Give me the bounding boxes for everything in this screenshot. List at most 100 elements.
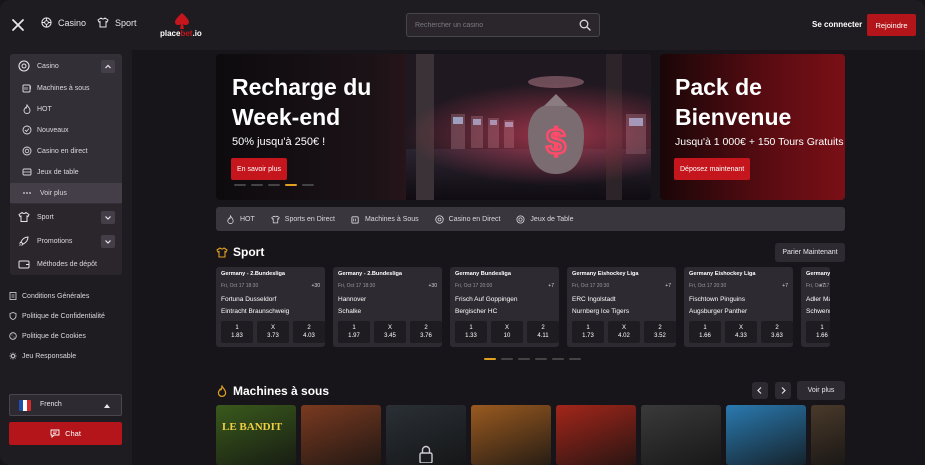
- slots-next-button[interactable]: [775, 382, 791, 399]
- banner-deposit-button[interactable]: Déposez maintenant: [674, 158, 751, 180]
- tab-label: Casino en Direct: [448, 215, 501, 223]
- slot-tile[interactable]: [811, 405, 845, 465]
- odds-button[interactable]: 1 1.97: [338, 321, 370, 343]
- odds-button[interactable]: X 4.02: [608, 321, 640, 343]
- banner-learn-more-button[interactable]: En savoir plus: [231, 158, 287, 180]
- odds-button[interactable]: X 3.45: [374, 321, 406, 343]
- pager-dot[interactable]: [535, 358, 547, 360]
- live-chip-icon: [22, 146, 32, 156]
- tab-slots[interactable]: Machines à Sous: [351, 215, 419, 224]
- promo-banner-weekend[interactable]: $ Recharge du Week-end 50% jusqu'à 250€ !…: [216, 54, 651, 200]
- carousel-dot[interactable]: [251, 184, 263, 186]
- slot-tile[interactable]: LE BANDIT: [216, 405, 296, 465]
- chevron-left-icon: [757, 387, 762, 394]
- slots-section-title: Machines à sous: [216, 384, 329, 398]
- odds-button[interactable]: 1 1.66: [689, 321, 721, 343]
- odds-button[interactable]: X 4.33: [725, 321, 757, 343]
- sidebar-item-table-games[interactable]: Jeux de table: [10, 162, 122, 182]
- odds-button[interactable]: 1 1.83: [221, 321, 253, 343]
- sidebar-item-promotions[interactable]: Promotions: [10, 231, 122, 251]
- carousel-dot[interactable]: [268, 184, 280, 186]
- slots-prev-button[interactable]: [752, 382, 768, 399]
- slot-tile[interactable]: [301, 405, 381, 465]
- language-select[interactable]: French: [9, 394, 122, 416]
- bet-now-button[interactable]: Parier Maintenant: [775, 243, 845, 262]
- odds-button[interactable]: 2 3.76: [410, 321, 442, 343]
- pager-dot[interactable]: [501, 358, 513, 360]
- slots-see-more-button[interactable]: Voir plus: [797, 381, 845, 400]
- sidebar-item-slots[interactable]: Machines à sous: [10, 78, 122, 98]
- footer-link-responsible[interactable]: Jeu Responsable: [9, 352, 76, 360]
- chevron-down-icon[interactable]: [101, 210, 115, 224]
- match-card[interactable]: Germany Eishockey LigaFri, Oct 17 20:30+…: [684, 267, 793, 347]
- footer-link-privacy[interactable]: Politique de Confidentialité: [9, 312, 105, 320]
- match-card[interactable]: Germany Bundesliga Fri, Oct 17 20:00 +7 Fri…: [450, 267, 559, 347]
- login-button[interactable]: Se connecter: [812, 20, 862, 29]
- search-icon[interactable]: [579, 19, 591, 31]
- slot-tile[interactable]: [386, 405, 466, 465]
- slot-tile[interactable]: [641, 405, 721, 465]
- sidebar-item-live-casino[interactable]: Casino en direct: [10, 141, 122, 161]
- nav-sport[interactable]: Sport: [97, 17, 137, 28]
- carousel-dot[interactable]: [302, 184, 314, 186]
- more-markets-count[interactable]: +30: [429, 283, 437, 289]
- sidebar-item-see-more[interactable]: Voir plus: [10, 183, 122, 203]
- tab-hot[interactable]: HOT: [226, 214, 255, 224]
- banner-carousel-dots: [234, 184, 314, 186]
- pager-dot[interactable]: [569, 358, 581, 360]
- away-team: Nurnberg Ice Tigers: [572, 308, 630, 315]
- pager-dot-active[interactable]: [484, 358, 496, 360]
- more-markets-count[interactable]: +7: [548, 283, 554, 289]
- match-card[interactable]: Germany Eishockey LigaFri, Oct 17 20:30+…: [567, 267, 676, 347]
- search-input[interactable]: [415, 19, 575, 32]
- gear-icon: [9, 352, 17, 360]
- chevron-up-icon[interactable]: [101, 59, 115, 73]
- footer-link-label: Conditions Générales: [22, 292, 90, 300]
- match-league: Germany Bundesliga: [455, 271, 511, 277]
- odds-button[interactable]: 1 1.33: [455, 321, 487, 343]
- odds-button[interactable]: 2 3.52: [644, 321, 676, 343]
- odds-button[interactable]: 2 4.11: [527, 321, 559, 343]
- odds-key: 2: [658, 325, 662, 331]
- promo-banner-welcome[interactable]: Pack de Bienvenue Jusqu'à 1 000€ + 150 To…: [660, 54, 845, 200]
- more-markets-count[interactable]: +7: [665, 283, 671, 289]
- slot-tile[interactable]: [556, 405, 636, 465]
- odds-button[interactable]: X 10: [491, 321, 523, 343]
- chat-button[interactable]: Chat: [9, 422, 122, 445]
- odds-button[interactable]: X 3.73: [257, 321, 289, 343]
- sidebar-item-hot[interactable]: HOT: [10, 99, 122, 119]
- sidebar-item-casino[interactable]: Casino: [10, 56, 122, 76]
- more-markets-count[interactable]: +30: [312, 283, 320, 289]
- odds-button[interactable]: 1 1.73: [572, 321, 604, 343]
- odds-key: 1: [703, 325, 707, 331]
- slot-tile[interactable]: [726, 405, 806, 465]
- carousel-dot-active[interactable]: [285, 184, 297, 186]
- more-markets-count[interactable]: +7: [782, 283, 788, 289]
- nav-casino[interactable]: Casino: [41, 17, 86, 28]
- tab-table-games[interactable]: Jeux de Table: [516, 214, 574, 224]
- tab-live-sports[interactable]: Sports en Direct: [271, 215, 335, 224]
- sidebar-item-sport[interactable]: Sport: [10, 207, 122, 227]
- more-markets-count[interactable]: +7: [819, 283, 825, 289]
- odds-button[interactable]: 1 1.66: [806, 321, 830, 343]
- banner-subtitle: Jusqu'à 1 000€ + 150 Tours Gratuits: [675, 136, 844, 148]
- match-card[interactable]: Germany - 2.Bundesliga Fri, Oct 17 18:30 +…: [333, 267, 442, 347]
- brand-logo[interactable]: placebet.io: [160, 13, 208, 39]
- chevron-down-icon[interactable]: [101, 234, 115, 248]
- match-card[interactable]: Germany Eishockey LigaFri, Oct 17 20:30+…: [801, 267, 830, 347]
- carousel-dot[interactable]: [234, 184, 246, 186]
- close-icon[interactable]: [11, 18, 25, 32]
- pager-dot[interactable]: [518, 358, 530, 360]
- tab-live-casino[interactable]: Casino en Direct: [435, 214, 501, 224]
- footer-link-cookies[interactable]: Politique de Cookies: [9, 332, 86, 340]
- pager-dot[interactable]: [552, 358, 564, 360]
- sidebar-item-new[interactable]: Nouveaux: [10, 120, 122, 140]
- odds-button[interactable]: 2 3.63: [761, 321, 793, 343]
- sidebar-item-deposit-methods[interactable]: Méthodes de dépôt: [10, 254, 122, 274]
- match-league: Germany Eishockey Liga: [572, 271, 639, 277]
- footer-link-terms[interactable]: Conditions Générales: [9, 292, 89, 300]
- odds-button[interactable]: 2 4.03: [293, 321, 325, 343]
- join-button[interactable]: Rejoindre: [867, 14, 916, 36]
- match-card[interactable]: Germany - 2.Bundesliga Fri, Oct 17 18:30 +…: [216, 267, 325, 347]
- slot-tile[interactable]: [471, 405, 551, 465]
